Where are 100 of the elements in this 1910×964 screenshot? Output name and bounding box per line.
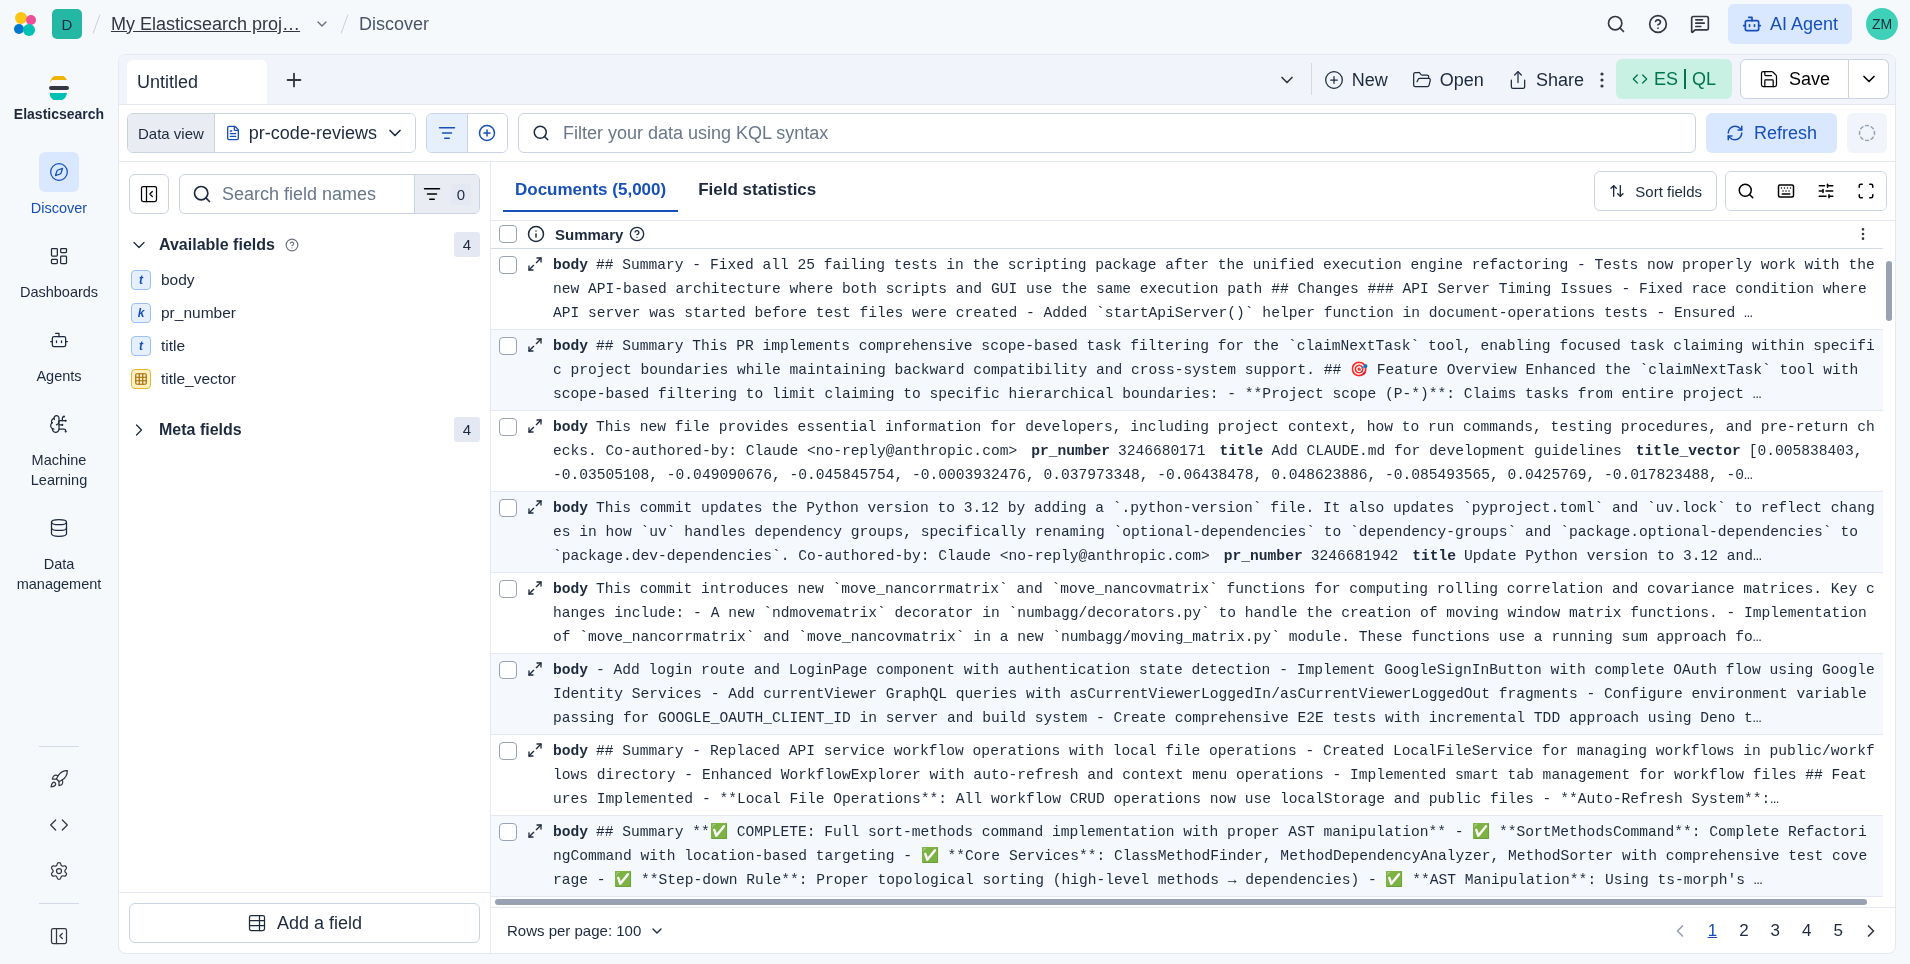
page-link[interactable]: 2 xyxy=(1731,916,1757,945)
plus-circle-icon xyxy=(478,124,497,142)
nav-item[interactable]: Discover xyxy=(9,152,109,218)
search-icon xyxy=(1605,14,1626,34)
new-button[interactable]: New xyxy=(1311,56,1400,104)
field-type-badge: t xyxy=(131,335,151,356)
refresh-button[interactable]: Refresh xyxy=(1705,113,1837,153)
keyboard-icon xyxy=(1777,182,1795,200)
esql-button[interactable]: ES QL xyxy=(1615,59,1732,99)
elasticsearch-logo-icon xyxy=(47,76,71,100)
panel-collapse-icon xyxy=(49,926,69,946)
dashed-circle-icon xyxy=(1858,124,1876,142)
expand-icon[interactable] xyxy=(527,579,543,596)
vertical-scrollbar xyxy=(1886,261,1892,321)
expand-icon[interactable] xyxy=(527,498,543,515)
help-icon xyxy=(1647,14,1668,34)
row-checkbox[interactable] xyxy=(499,498,517,517)
summary-cell-text: body ## Summary - Replaced API service workflow operations with local file operations - Created LocalFileService for managing workflows in public/workflows directory - Enhanced WorkflowExplorer with auto-refresh and context menu operations - Implemented smart tab management for workflow files ## Features Implemented - **Local File Operations**: All workflow CRUD operations now use localStorage and public files - **Auto-Refresh System**:… xyxy=(553,741,1875,809)
share-button[interactable]: Share xyxy=(1495,56,1596,104)
field-count: 4 xyxy=(453,417,480,442)
robot-icon xyxy=(49,330,69,350)
save-icon xyxy=(1758,69,1779,89)
expand-icon[interactable] xyxy=(527,417,543,434)
field-item[interactable]: title_vector xyxy=(119,362,490,395)
fullscreen-icon xyxy=(1857,182,1875,200)
summary-cell-text: body ## Summary This PR implements comprehensive scope-based task filtering for the `claimNextTask` tool, enabling focused task claiming within specific project boundaries while maintaining backward compatibility and cross-system support. ## 🎯 Feature Overview Enhanced the `claimNextTask` tool with scope-based filtering to limit claiming to specific hierarchical boundaries: - **Project scope (P-*)**: Claims tasks from entire project … xyxy=(553,336,1875,404)
chat-icon xyxy=(1689,14,1710,34)
open-button[interactable]: Open xyxy=(1399,56,1496,104)
elastic-logo-icon xyxy=(12,11,38,37)
settings-icon xyxy=(49,861,69,881)
filter-icon xyxy=(437,124,456,142)
field-group-toggle[interactable]: Meta fields xyxy=(129,419,444,440)
breadcrumb-link[interactable]: My Elasticsearch proj… xyxy=(111,13,301,35)
row-checkbox[interactable] xyxy=(499,255,517,274)
expand-icon[interactable] xyxy=(527,741,543,758)
summary-cell-text: body This commit updates the Python version to 3.12 by adding a `.python-version` file. It also updates `pyproject.toml` and `uv.lock` to reflect changes in how `uv` handles dependency groups, specifically renaming `optional-dependencies` to `dependency-groups` and `package.optional-dependencies` to `package.dev-dependencies`. Co-authored-by: Claude <no-reply@anthropic.com> pr_number 3246681942 title Update Python version to 3.12 and… xyxy=(553,498,1875,566)
page-link[interactable]: 1 xyxy=(1699,916,1726,945)
select-all-checkbox[interactable] xyxy=(499,225,517,244)
rows-per-page-button[interactable]: Rows per page: 100 xyxy=(501,921,672,940)
nav-item[interactable]: Dashboards xyxy=(9,236,109,302)
page-link[interactable]: 4 xyxy=(1794,916,1820,945)
brain-icon xyxy=(49,414,69,434)
summary-cell-text: body - Add login route and LoginPage component with authentication state detection - Implement GoogleSignInButton with complete OAuth flow using Google Identity Services - Add currentViewer GraphQL queries with asCurrentViewerLoggedIn/asCurrentViewerLoggedOut fragments - Configure environment variable passing for GOOGLE_OAUTH_CLIENT_ID in server and build system - Create comprehensive E2E tests with incremental TDD approach using Deno t… xyxy=(553,660,1875,728)
row-checkbox[interactable] xyxy=(499,822,517,841)
field-item[interactable]: t body xyxy=(119,263,490,296)
field-item[interactable]: t title xyxy=(119,329,490,362)
filter-button[interactable] xyxy=(426,114,467,152)
help-icon xyxy=(629,226,646,243)
row-checkbox[interactable] xyxy=(499,660,517,679)
field-search[interactable]: Search field names 0 xyxy=(179,174,480,214)
expand-icon[interactable] xyxy=(527,336,543,353)
save-button[interactable]: Save xyxy=(1739,59,1849,99)
add-filter-button[interactable] xyxy=(466,114,507,152)
dashboard-icon xyxy=(49,246,69,266)
row-checkbox[interactable] xyxy=(499,579,517,598)
field-group-toggle[interactable]: Available fields xyxy=(129,234,444,255)
expand-icon[interactable] xyxy=(527,822,543,839)
collapse-sidebar-button[interactable] xyxy=(129,174,169,214)
nav-item[interactable]: Data management xyxy=(9,508,109,594)
field-filter-button[interactable]: 0 xyxy=(413,175,479,213)
query-field[interactable]: Filter your data using KQL syntax xyxy=(517,113,1696,153)
product-title: Elasticsearch xyxy=(13,106,105,122)
documents-tab[interactable]: Field statistics xyxy=(686,170,829,212)
user-avatar[interactable]: ZM xyxy=(1866,8,1898,40)
row-checkbox[interactable] xyxy=(499,417,517,436)
column-header: Summary xyxy=(555,225,624,243)
sliders-icon xyxy=(1817,182,1835,200)
row-checkbox[interactable] xyxy=(499,336,517,355)
documents-tab[interactable]: Documents (5,000) xyxy=(503,170,679,212)
search-icon xyxy=(531,124,550,142)
field-count: 4 xyxy=(453,232,480,257)
breadcrumb[interactable]: Discover xyxy=(359,13,430,35)
page-link[interactable]: 3 xyxy=(1762,916,1789,945)
nav-item[interactable]: Agents xyxy=(9,320,109,386)
summary-cell-text: body ## Summary - Fixed all 25 failing tests in the scripting package after the unified execution engine refactoring - Tests now properly work with the new API-based architecture where both scripts and GUI use the same execution path ## Changes ### API Server Timing Issues - Fixed race condition where API server was started before test files were created - Added `startApiServer()` helper function in document-operations tests - Ensured … xyxy=(553,255,1875,323)
sort-fields-button[interactable]: Sort fields xyxy=(1594,171,1717,211)
nav-item[interactable]: Machine Learning xyxy=(9,404,109,490)
sort-icon xyxy=(1609,183,1626,199)
expand-icon[interactable] xyxy=(527,255,543,272)
compass-icon xyxy=(49,162,69,182)
table-plus-icon xyxy=(246,913,267,933)
expand-icon[interactable] xyxy=(527,660,543,677)
add-field-button[interactable]: Add a field xyxy=(129,903,480,943)
ai-agent-button[interactable]: AI Agent xyxy=(1727,4,1852,44)
summary-cell-text: body This new file provides essential information for developers, including project context, how to run commands, testing procedures, and pre-return checks. Co-authored-by: Claude <no-reply@anthropic.com> pr_number 3246680171 title Add CLAUDE.md for development guidelines title_vector [0.005838403, -0.03505108, -0.049090676, -0.045845754, -0.0003932476, 0.037973348, -0.06438478, 0.048623886, -0.085493565, 0.0425769, -0.017823488, -0… xyxy=(553,417,1875,485)
search-icon xyxy=(1737,182,1755,200)
space-avatar[interactable]: D xyxy=(52,9,82,39)
rocket-icon xyxy=(49,769,69,789)
summary-cell-text: body This commit introduces new `move_nancorrmatrix` and `move_nancovmatrix` functions for computing rolling correlation and covariance matrices. Key changes include: - A new `ndmovematrix` decorator in `numbagg/decorators.py` to handle the creation of moving window matrix functions. - Implementation of `move_nancorrmatrix` and `move_nancovmatrix` in a new `numbagg/moving_matrix.py` module. These functions use a running sum approach fo… xyxy=(553,579,1875,647)
plus-circle-icon xyxy=(1323,70,1344,90)
panel-collapse-icon xyxy=(139,184,159,204)
row-checkbox[interactable] xyxy=(499,741,517,760)
filter-icon xyxy=(422,185,441,203)
field-item[interactable]: k pr_number xyxy=(119,296,490,329)
database-icon xyxy=(49,518,69,538)
field-type-badge: t xyxy=(131,269,151,290)
tab[interactable]: Untitled xyxy=(127,60,267,104)
page-link[interactable]: 5 xyxy=(1825,916,1851,945)
summary-cell-text: body ## Summary **✅ COMPLETE: Full sort-methods command implementation with proper AST manipulation** - ✅ **SortMethodsCommand**: Complete RefactoringCommand with location-based targeting - ✅ **Core Services**: ClassMethodFinder, MethodDependencyAnalyzer, MethodSorter with comprehensive test coverage - ✅ **Step-down Rule**: Proper topological sorting (high-level methods → dependencies) - ✅ **AST Manipulation**: Using ts-morph's … xyxy=(553,822,1869,890)
info-icon xyxy=(527,225,545,244)
